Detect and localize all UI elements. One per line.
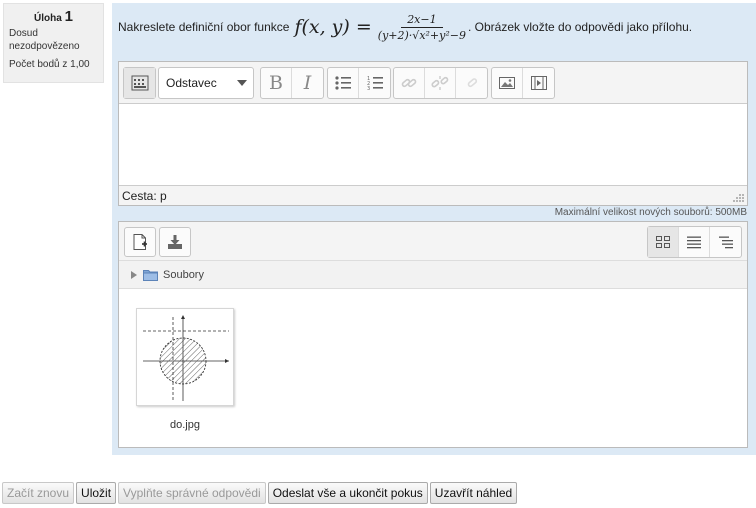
formula-lhs: f(x, y) =	[294, 16, 372, 38]
fill-correct-button[interactable]: Vyplňte správné odpovědi	[118, 482, 266, 504]
question-number-value: 1	[64, 8, 73, 25]
anchor-link-icon	[467, 78, 477, 88]
anchor-link-button[interactable]	[456, 68, 487, 98]
file-name[interactable]: do.jpg	[136, 419, 234, 431]
folder-icon	[143, 269, 158, 281]
toolbar-toggle-button[interactable]	[124, 68, 155, 98]
add-file-icon	[133, 234, 147, 250]
resize-grip-icon[interactable]	[733, 193, 745, 203]
editor-content-area[interactable]	[119, 104, 747, 185]
download-all-button[interactable]	[159, 227, 191, 257]
save-button[interactable]: Uložit	[76, 482, 117, 504]
link-button[interactable]	[394, 68, 425, 98]
toolbar-toggle-icon	[131, 75, 148, 91]
tree-icon	[718, 236, 733, 249]
text-editor: Odstavec B I 1 2 3 Cesta: p	[118, 61, 748, 206]
media-group	[491, 67, 555, 99]
ordered-list-icon: 1 2 3	[367, 76, 383, 91]
italic-button[interactable]: I	[292, 68, 323, 98]
list-icon	[687, 236, 701, 249]
paragraph-style-value: Odstavec	[166, 76, 217, 90]
download-icon	[168, 235, 182, 249]
unordered-list-icon	[335, 76, 351, 90]
chevron-down-icon	[237, 80, 247, 86]
file-thumbnail[interactable]	[136, 308, 234, 406]
formula-fraction: 2x−1 (y+2)·√x²+y²−9	[378, 13, 466, 42]
bold-button[interactable]: B	[261, 68, 292, 98]
question-text-prefix: Nakreslete definiční obor funkce	[118, 20, 290, 34]
grid-icon	[656, 236, 670, 248]
insert-media-button[interactable]	[523, 68, 554, 98]
add-file-button[interactable]	[124, 227, 156, 257]
svg-text:3: 3	[367, 86, 370, 91]
question-text-suffix: . Obrázek vložte do odpovědi jako příloh…	[468, 20, 693, 34]
list-group: 1 2 3	[327, 67, 391, 99]
file-item[interactable]: do.jpg	[136, 308, 234, 431]
media-icon	[530, 76, 547, 90]
format-group: B I	[260, 67, 324, 99]
expand-arrow-icon	[131, 270, 137, 279]
question-grade: Počet bodů z 1,00	[9, 59, 90, 70]
submit-all-button[interactable]: Odeslat vše a ukončit pokus	[267, 482, 428, 504]
editor-toolbar: Odstavec B I 1 2 3	[119, 62, 747, 104]
insert-image-button[interactable]	[492, 68, 523, 98]
unlink-icon	[431, 76, 449, 90]
toolbar-toggle-group	[123, 67, 156, 99]
submit-buttons-bar: Začít znovu Uložit Vyplňte správné odpov…	[2, 482, 519, 504]
domain-sketch-image	[143, 315, 229, 401]
question-text: Nakreslete definiční obor funkce f(x, y)…	[118, 8, 750, 46]
file-manager-path[interactable]: Soubory	[119, 261, 747, 289]
file-manager-toolbar	[119, 222, 747, 261]
restart-button[interactable]: Začít znovu	[2, 482, 75, 504]
question-info-box: Úloha 1 Dosud nezodpovězeno Počet bodů z…	[3, 3, 104, 83]
formula-denominator: (y+2)·√x²+y²−9	[377, 28, 466, 42]
folder-label: Soubory	[163, 268, 204, 281]
ordered-list-button[interactable]: 1 2 3	[359, 68, 390, 98]
question-number: Úloha 1	[9, 8, 98, 25]
unordered-list-button[interactable]	[328, 68, 359, 98]
editor-path-label: Cesta: p	[122, 189, 167, 203]
link-group	[393, 67, 488, 99]
link-icon	[401, 78, 417, 88]
formula-numerator: 2x−1	[401, 13, 443, 28]
bold-icon: B	[269, 72, 283, 94]
question-state: Dosud nezodpovězeno	[9, 28, 80, 52]
view-tree-button[interactable]	[710, 227, 741, 257]
view-list-button[interactable]	[679, 227, 710, 257]
editor-path-bar: Cesta: p	[119, 185, 747, 205]
close-preview-button[interactable]: Uzavřít náhled	[429, 482, 518, 504]
image-icon	[499, 77, 515, 89]
file-manager: Soubory do.jpg	[118, 221, 748, 448]
italic-icon: I	[303, 72, 312, 94]
max-file-size-note: Maximální velikost nových souborů: 500MB	[554, 207, 747, 218]
unlink-button[interactable]	[425, 68, 456, 98]
view-icons-button[interactable]	[648, 227, 679, 257]
view-mode-group	[647, 226, 742, 258]
paragraph-style-select[interactable]: Odstavec	[158, 67, 254, 99]
question-label: Úloha	[34, 13, 62, 24]
